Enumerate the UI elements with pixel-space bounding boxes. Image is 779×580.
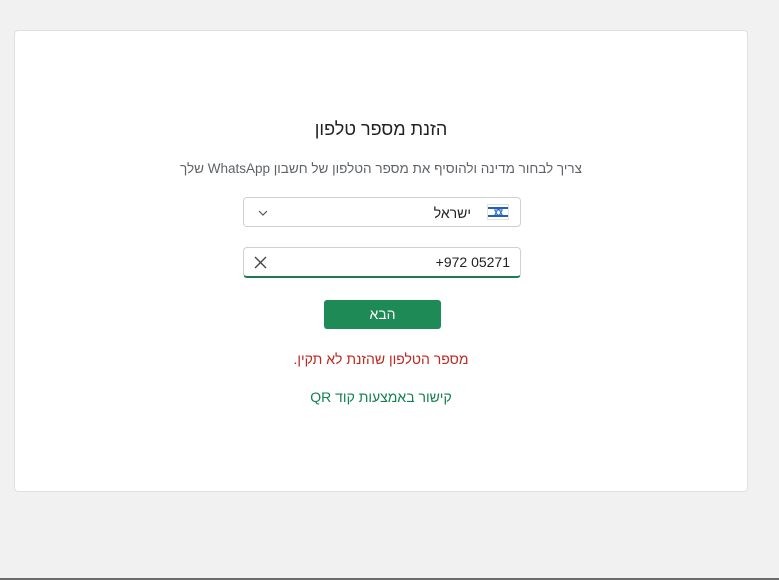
error-message: מספר הטלפון שהזנת לא תקין. [293, 351, 469, 367]
close-icon[interactable] [253, 255, 268, 270]
page-title: הזנת מספר טלפון [314, 119, 448, 139]
phone-number-field[interactable]: +972 05271 [243, 247, 521, 278]
israel-flag-icon [487, 204, 509, 220]
country-label: ישראל [433, 205, 471, 221]
chevron-down-icon[interactable] [256, 206, 270, 220]
page-subtitle: צריך לבחור מדינה ולהוסיף את מספר הטלפון … [180, 161, 582, 176]
phone-entry-card: הזנת מספר טלפון צריך לבחור מדינה ולהוסיף… [14, 30, 748, 492]
qr-code-link[interactable]: קישור באמצעות קוד QR [15, 389, 747, 405]
next-button[interactable]: הבא [324, 300, 441, 329]
phone-number-input[interactable]: +972 05271 [436, 254, 510, 270]
country-select[interactable]: ישראל [243, 197, 521, 227]
